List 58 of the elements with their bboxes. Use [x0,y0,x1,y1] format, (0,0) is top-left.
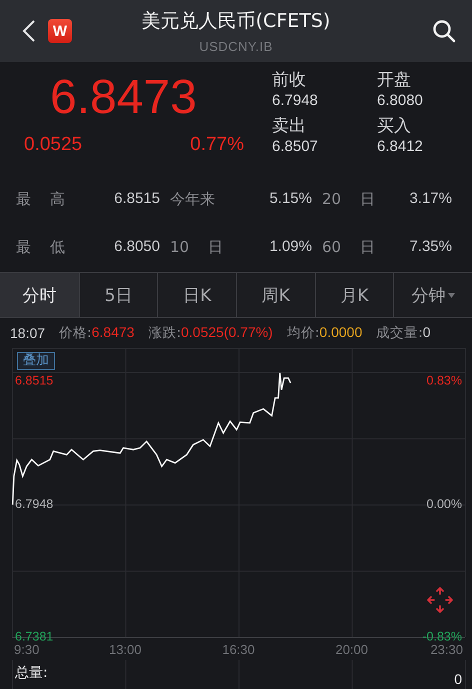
last-price: 6.8473 [49,70,198,126]
field-label: 前收 [272,70,307,90]
stat-value: 6.8050 [113,238,161,256]
price-axis-label: 6.7948 [15,496,54,511]
time-axis-label: 20:00 [335,642,368,657]
stat-label: 10 日 [170,238,224,258]
time-axis-label: 9:30 [14,642,40,657]
instrument-title: 美元兑人民币(CFETS) [142,9,330,34]
chart-tab[interactable]: 月K [314,273,394,317]
chart-tab[interactable]: 分时 [0,273,79,317]
field-label: 卖出 [272,116,307,136]
stat-value: 5.15% [268,190,313,209]
info-label: 成交量: [376,324,423,342]
info-label: 价格: [59,324,92,342]
time-axis-label: 16:30 [222,642,255,657]
info-value: 6.8473 [92,324,134,342]
stat-label: 最 低 [16,238,66,258]
field-value: 6.8507 [272,138,319,156]
stat-label: 60 日 [322,238,376,258]
field-value: 6.8080 [377,92,424,110]
field-value: 6.8412 [377,138,424,156]
volume-value: 0 [454,671,462,687]
price-axis-label: 6.7381 [15,629,54,644]
field-value: 6.7948 [272,92,319,110]
chart-tab[interactable]: 5日 [78,273,158,317]
instrument-code: USDCNY.IB [199,39,273,54]
price-axis-label: 6.8515 [15,373,54,388]
info-label: 均价: [286,324,320,342]
chart-tab[interactable]: 分钟 [393,273,472,317]
field-label: 开盘 [377,70,412,90]
info-value: 0 [422,324,431,342]
info-value: 0.0525(0.77%) [181,324,273,342]
percent-axis-label: -0.83% [422,629,462,644]
stat-value: 6.8515 [113,190,161,209]
app-logo[interactable]: W [48,19,72,43]
field-label: 买入 [377,116,412,136]
back-button[interactable] [22,19,36,43]
time-axis-label: 23:30 [430,642,463,657]
search-icon[interactable] [432,19,456,43]
percent-axis-label: 0.83% [426,373,462,388]
move-arrows-icon[interactable] [426,586,454,614]
stat-label: 今年来 [170,190,216,210]
stat-value: 3.17% [408,190,453,209]
cursor-time: 18:07 [10,325,46,341]
overlay-button[interactable]: 叠加 [17,352,55,370]
percent-change: 0.77% [190,134,244,156]
stat-value: 1.09% [268,238,313,256]
stat-value: 7.35% [408,238,453,256]
percent-axis-label: 0.00% [426,496,462,511]
info-label: 涨跌: [148,324,181,342]
time-axis-label: 13:00 [108,642,142,657]
chart-tab[interactable]: 日K [157,273,236,317]
price-change: 0.0525 [24,134,82,156]
stat-label: 20 日 [322,190,376,210]
stat-label: 最 高 [16,190,66,210]
chart-tab[interactable]: 周K [236,273,315,317]
info-value: 0.0000 [319,324,362,342]
volume-label: 总量: [15,664,48,683]
